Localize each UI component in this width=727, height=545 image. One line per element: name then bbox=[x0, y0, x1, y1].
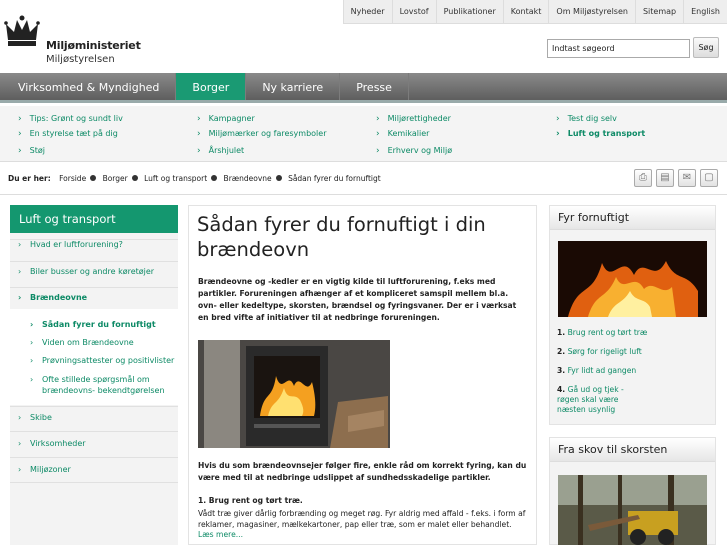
lead-paragraph: Brændeovne og -kedler er en vigtig kilde… bbox=[198, 277, 517, 322]
breadcrumb-label: Du er her: bbox=[8, 174, 51, 183]
breadcrumb-item[interactable]: Luft og transport bbox=[144, 174, 207, 183]
sidebar-item[interactable]: Biler busser og andre køretøjer bbox=[10, 261, 178, 276]
search-button[interactable]: Søg bbox=[693, 37, 719, 58]
tab-virksomhed[interactable]: Virksomhed & Myndighed bbox=[0, 73, 177, 100]
subnav-link[interactable]: Kemikalier bbox=[376, 129, 430, 139]
search-input[interactable] bbox=[547, 39, 690, 58]
breadcrumb-item[interactable]: Forside bbox=[59, 174, 86, 183]
bullet-icon bbox=[131, 175, 138, 181]
page-tools: ⎙ ▤ ✉ ▢ bbox=[634, 169, 722, 187]
fyr-fornuftigt-box: Fyr fornuftigt 1. Brug rent og tørt træ … bbox=[549, 205, 716, 425]
breadcrumb: Du er her: Forside Borger Luft og transp… bbox=[8, 174, 381, 183]
sidebar-item[interactable]: Skibe bbox=[10, 406, 178, 430]
util-link-lovstof[interactable]: Lovstof bbox=[391, 0, 436, 23]
tip-heading: 1. Brug rent og tørt træ. bbox=[198, 496, 303, 505]
tab-ny-karriere[interactable]: Ny karriere bbox=[246, 73, 341, 100]
fire-tip-link[interactable]: 2. Sørg for rigeligt luft bbox=[557, 347, 642, 357]
sidebar-subitem[interactable]: Ofte stillede spørgsmål om brændeovns- b… bbox=[30, 374, 176, 396]
left-sidebar: Luft og transport Hvad er luftforurening… bbox=[10, 205, 178, 545]
breadcrumb-item[interactable]: Brændeovne bbox=[224, 174, 272, 183]
subnav-link[interactable]: Miljømærker og faresymboler bbox=[197, 129, 327, 139]
sidebar-subitem[interactable]: Viden om Brændeovne bbox=[30, 337, 176, 348]
bullet-icon bbox=[211, 175, 218, 181]
subnav-link[interactable]: Test dig selv bbox=[556, 114, 617, 124]
util-link-nyheder[interactable]: Nyheder bbox=[344, 0, 392, 23]
intro-paragraph: Hvis du som brændeovnsejer følger fire, … bbox=[198, 461, 527, 482]
main-nav: Virksomhed & Myndighed Borger Ny karrier… bbox=[0, 73, 727, 103]
tab-borger[interactable]: Borger bbox=[176, 73, 247, 100]
document-icon[interactable]: ▤ bbox=[656, 169, 674, 187]
util-link-sitemap[interactable]: Sitemap bbox=[634, 0, 683, 23]
subnav-link[interactable]: En styrelse tæt på dig bbox=[18, 129, 118, 139]
forest-image bbox=[558, 475, 707, 545]
tab-presse[interactable]: Presse bbox=[340, 73, 409, 100]
page-title: Sådan fyrer du fornuftigt i din brændeov… bbox=[197, 213, 486, 261]
sidebar-subitem[interactable]: Prøvningsattester og positivlister bbox=[30, 355, 176, 366]
breadcrumb-item[interactable]: Borger bbox=[103, 174, 128, 183]
comment-icon[interactable]: ▢ bbox=[700, 169, 718, 187]
tip-text: Vådt træ giver dårlig forbrænding og meg… bbox=[198, 509, 526, 529]
utility-nav: Nyheder Lovstof Publikationer Kontakt Om… bbox=[342, 0, 727, 24]
logo-text: Miljøministeriet Miljøstyrelsen bbox=[46, 39, 141, 65]
crown-icon bbox=[4, 15, 40, 46]
subnav-link[interactable]: Kampagner bbox=[197, 114, 255, 124]
fire-tip-link[interactable]: 4. Gå ud og tjek - røgen skal være næste… bbox=[557, 385, 647, 415]
subnav-link[interactable]: Erhverv og Miljø bbox=[376, 146, 452, 156]
subnav-link[interactable]: Miljørettigheder bbox=[376, 114, 451, 124]
sidebar-subitem-active[interactable]: Sådan fyrer du fornuftigt bbox=[30, 319, 176, 330]
fra-skov-box: Fra skov til skorsten bbox=[549, 437, 716, 545]
divider bbox=[0, 194, 727, 195]
sidebar-item-open[interactable]: Brændeovne bbox=[10, 287, 178, 309]
sidebar-item[interactable]: Hvad er luftforurening? bbox=[10, 239, 178, 249]
fire-tip-link[interactable]: 3. Fyr lidt ad gangen bbox=[557, 366, 636, 376]
util-link-publikationer[interactable]: Publikationer bbox=[435, 0, 503, 23]
stove-photo bbox=[198, 340, 390, 448]
logo[interactable]: Miljøministeriet Miljøstyrelsen bbox=[4, 14, 141, 65]
subnav-link[interactable]: Tips: Grønt og sundt liv bbox=[18, 114, 123, 124]
box-title: Fyr fornuftigt bbox=[550, 206, 715, 230]
agency-name: Miljøstyrelsen bbox=[46, 54, 115, 65]
fire-image bbox=[558, 241, 707, 317]
ministry-name: Miljøministeriet bbox=[46, 39, 141, 52]
sidebar-item[interactable]: Miljøzoner bbox=[10, 457, 178, 483]
util-link-kontakt[interactable]: Kontakt bbox=[502, 0, 549, 23]
bullet-icon bbox=[90, 175, 97, 181]
subnav-link[interactable]: Støj bbox=[18, 146, 45, 156]
util-link-om[interactable]: Om Miljøstyrelsen bbox=[548, 0, 635, 23]
util-link-english[interactable]: English bbox=[683, 0, 727, 23]
fire-tip-link[interactable]: 1. Brug rent og tørt træ bbox=[557, 328, 647, 338]
mail-icon[interactable]: ✉ bbox=[678, 169, 696, 187]
subnav-link-active[interactable]: Luft og transport bbox=[556, 129, 646, 139]
read-more-link[interactable]: Læs mere... bbox=[198, 530, 243, 539]
box-title: Fra skov til skorsten bbox=[550, 438, 715, 462]
breadcrumb-current: Sådan fyrer du fornuftigt bbox=[288, 174, 381, 183]
print-icon[interactable]: ⎙ bbox=[634, 169, 652, 187]
sub-nav: Tips: Grønt og sundt liv En styrelse tæt… bbox=[0, 106, 727, 162]
main-content: Sådan fyrer du fornuftigt i din brændeov… bbox=[188, 205, 537, 545]
sidebar-title: Luft og transport bbox=[10, 205, 178, 233]
subnav-link[interactable]: Årshjulet bbox=[197, 146, 245, 156]
sidebar-item[interactable]: Virksomheder bbox=[10, 431, 178, 457]
bullet-icon bbox=[275, 175, 282, 181]
